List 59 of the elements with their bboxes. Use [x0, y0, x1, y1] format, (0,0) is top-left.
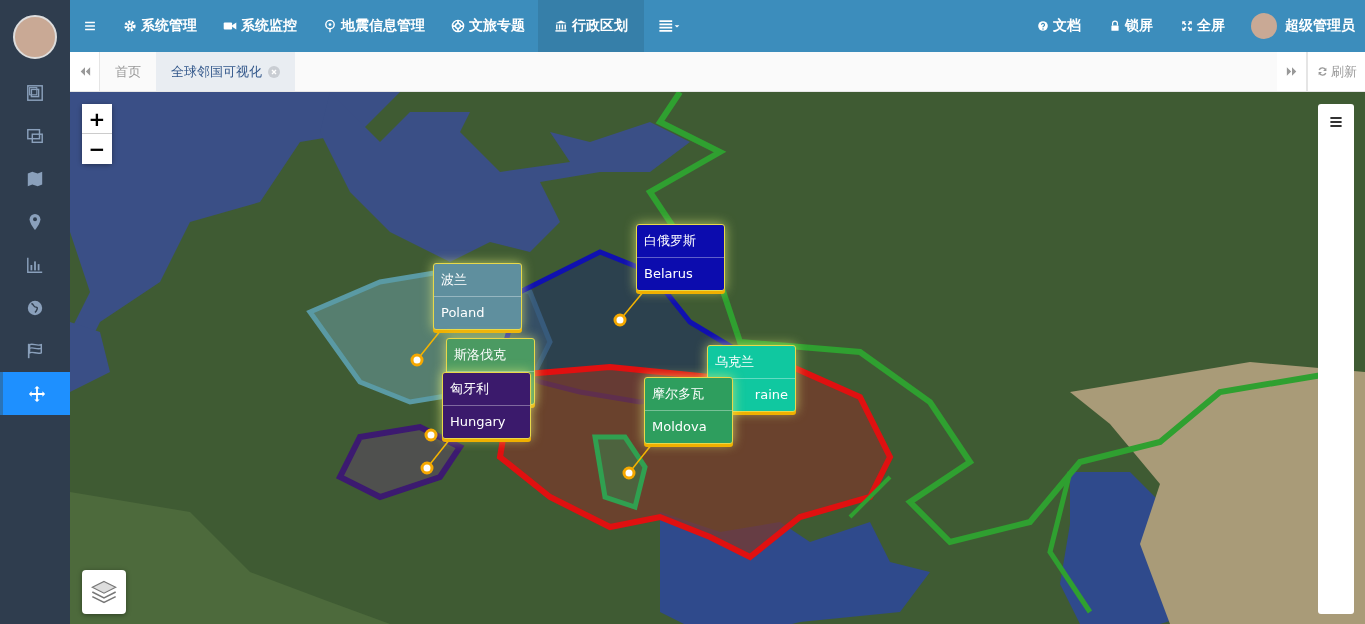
location-marker[interactable]	[410, 353, 424, 367]
country-popup[interactable]: 波兰 Poland	[433, 263, 522, 330]
country-name-english: Hungary	[449, 413, 507, 431]
object-group-icon	[26, 126, 44, 145]
layers-button[interactable]	[82, 570, 126, 614]
country-name: 匈牙利	[443, 373, 530, 406]
fullscreen-icon	[1181, 20, 1193, 32]
nav-menu-item[interactable]: 系统管理	[110, 0, 210, 52]
country-popup[interactable]: 摩尔多瓦 Moldova	[644, 377, 733, 444]
nav-link[interactable]: 文档	[1023, 0, 1095, 52]
zoom-in-button[interactable]: +	[82, 104, 112, 134]
refresh-button[interactable]: 刷新	[1307, 52, 1365, 91]
zoom-out-button[interactable]: −	[82, 134, 112, 164]
lock-icon	[1109, 20, 1121, 32]
double-left-arrow-icon	[78, 66, 91, 77]
bank-building-icon	[554, 19, 568, 33]
pin-icon	[323, 19, 337, 33]
nav-menu-item[interactable]: 系统监控	[210, 0, 310, 52]
help-icon	[1037, 20, 1049, 32]
user-avatar	[1251, 13, 1277, 39]
country-name: 白俄罗斯	[637, 225, 724, 258]
clone-icon	[26, 83, 44, 102]
list-dropdown-icon	[657, 18, 681, 34]
map-icon	[26, 169, 44, 188]
nav-menu-item[interactable]: 文旅专题	[438, 0, 538, 52]
menu-icon	[83, 19, 97, 33]
country-name: 摩尔多瓦	[645, 378, 732, 411]
country-name-english: Belarus	[643, 265, 694, 283]
country-name-english: Moldova	[651, 418, 708, 436]
bar-chart-icon	[26, 255, 44, 274]
lifebuoy-icon	[451, 19, 465, 33]
double-right-arrow-icon	[1285, 66, 1298, 77]
nav-menu-item[interactable]: 行政区划	[538, 0, 644, 52]
location-marker[interactable]	[420, 461, 434, 475]
location-marker[interactable]	[613, 313, 627, 327]
location-marker[interactable]	[622, 466, 636, 480]
country-name-english: Poland	[440, 304, 486, 322]
scroll-right-button[interactable]	[1277, 52, 1307, 91]
nav-link[interactable]: 锁屏	[1095, 0, 1167, 52]
scroll-left-button[interactable]	[70, 52, 100, 91]
country-popup[interactable]: 白俄罗斯 Belarus	[636, 224, 725, 291]
country-name: 波兰	[434, 264, 521, 297]
nav-menu-item[interactable]: 地震信息管理	[310, 0, 438, 52]
globe-icon	[26, 298, 44, 317]
sidebar-item[interactable]	[0, 372, 70, 415]
user-menu[interactable]: 超级管理员	[1239, 0, 1365, 52]
country-popup[interactable]: 匈牙利 Hungary	[442, 372, 531, 439]
settings-icon	[123, 19, 137, 33]
page-tab[interactable]: 全球邻国可视化	[156, 52, 295, 91]
refresh-icon	[1316, 66, 1328, 77]
nav-link[interactable]: 全屏	[1167, 0, 1239, 52]
country-name-english: raine	[753, 386, 789, 404]
flag-icon	[26, 341, 44, 360]
user-avatar	[13, 15, 57, 59]
move-arrows-icon	[27, 384, 46, 403]
menu-icon	[1328, 114, 1344, 130]
location-marker[interactable]	[424, 428, 438, 442]
page-tab[interactable]: 首页	[100, 52, 156, 91]
layers-icon	[90, 578, 118, 606]
